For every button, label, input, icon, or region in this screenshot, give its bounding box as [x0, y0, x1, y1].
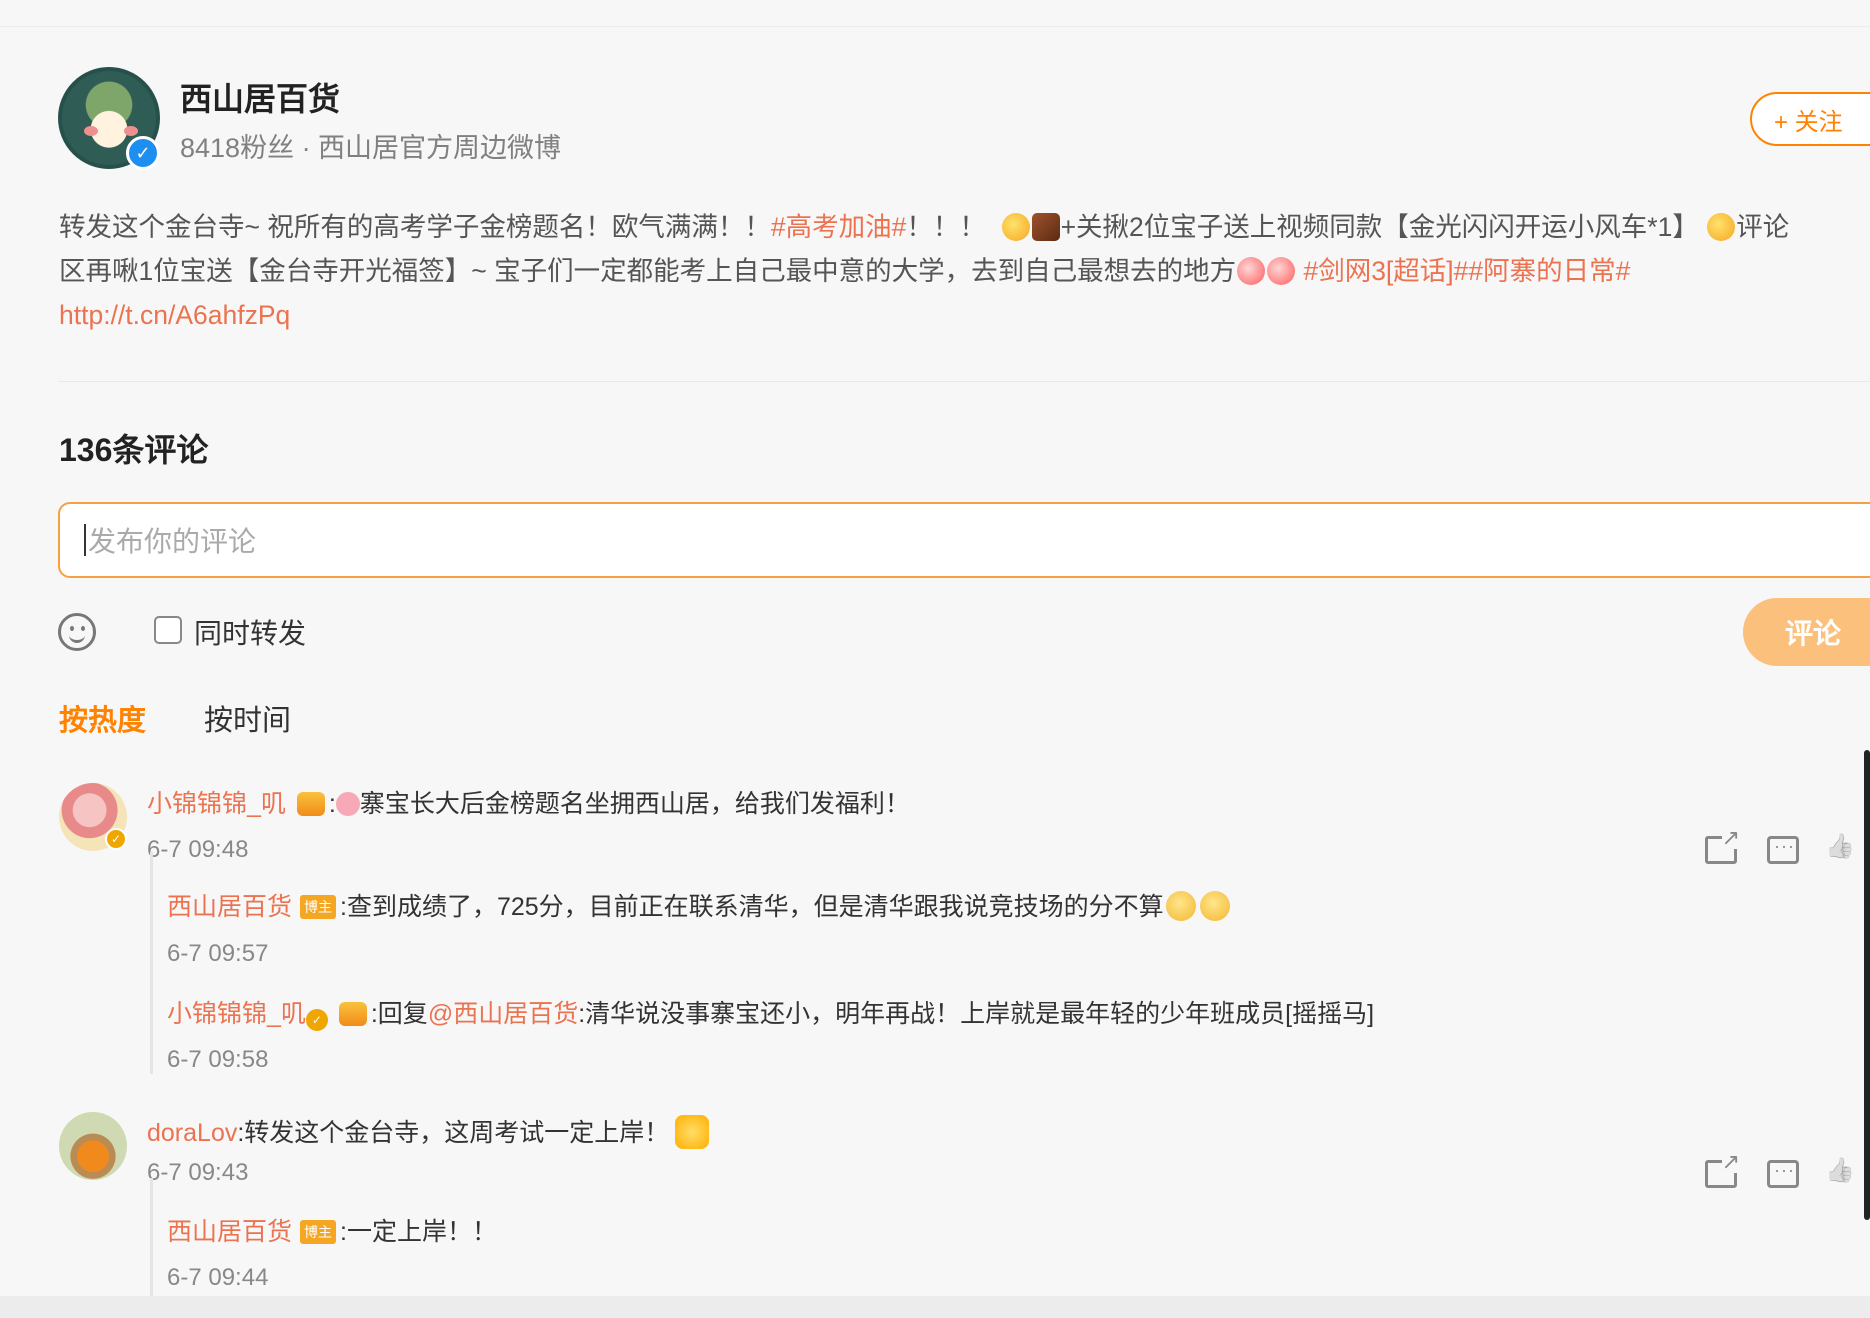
bottom-strip	[0, 1296, 1870, 1318]
like-icon[interactable]	[1825, 832, 1853, 860]
scrollbar[interactable]	[1864, 750, 1870, 1220]
poster-meta: 8418粉丝 · 西山居官方周边微博	[180, 133, 562, 163]
submit-comment-button[interactable]: 评论	[1743, 598, 1870, 666]
reply-user[interactable]: 小锦锦锦_叽	[167, 1000, 306, 1028]
repost-label[interactable]: 同时转发	[194, 612, 306, 652]
emoji-icon	[1001, 213, 1030, 241]
sort-by-hot-tab[interactable]: 按热度	[59, 697, 146, 739]
reply-time: 6-7 09:58	[167, 1046, 269, 1073]
crown-icon	[296, 792, 325, 816]
emoji-icon	[1237, 257, 1266, 285]
reply-text: 西山居百货 博主:一定上岸！！	[167, 1218, 497, 1246]
reply-text: 西山居百货 博主:查到成绩了，725分，目前正在联系清华，但是清华跟我说竞技场的分…	[167, 887, 1232, 923]
comment-count: 136条评论	[59, 432, 209, 468]
comment-user[interactable]: doraLov	[147, 1119, 237, 1147]
share-icon[interactable]	[1705, 1151, 1740, 1188]
avatar[interactable]	[59, 1112, 127, 1180]
comment-user[interactable]: 小锦锦锦_叽	[147, 790, 286, 818]
verified-icon: ✓	[305, 1009, 328, 1031]
pig-icon	[335, 792, 360, 816]
emoji-icon	[1267, 257, 1296, 285]
share-icon[interactable]	[1705, 827, 1740, 864]
emoji-icon	[1707, 213, 1736, 241]
reply-time: 6-7 09:57	[167, 940, 269, 967]
host-badge: 博主	[300, 895, 337, 919]
emoji-icon	[675, 1115, 710, 1149]
reply-text: 小锦锦锦_叽 ✓ :回复@西山居百货:清华说没事寨宝还小，明年再战！上岸就是最年轻…	[167, 994, 1374, 1031]
emoji-icon	[1031, 213, 1060, 241]
follow-button[interactable]: + 关注	[1750, 92, 1870, 146]
smile-icon[interactable]	[58, 613, 96, 651]
reply-user[interactable]: 西山居百货	[167, 1218, 292, 1246]
comment-text: 小锦锦锦_叽 : 寨宝长大后金榜题名坐拥西山居，给我们发福利！	[147, 790, 910, 818]
sort-by-time-tab[interactable]: 按时间	[204, 697, 291, 739]
comment-icon[interactable]	[1767, 836, 1799, 864]
comment-icon[interactable]	[1767, 1160, 1799, 1188]
reply-thread-bar	[150, 852, 153, 1074]
comment-time: 6-7 09:48	[147, 836, 249, 863]
crown-icon	[338, 1002, 367, 1026]
verified-icon: ✓	[126, 136, 160, 170]
like-icon[interactable]	[1825, 1156, 1853, 1184]
hashtag-link[interactable]: #高考加油#	[771, 212, 906, 242]
comment-text: doraLov:转发这个金台寺，这周考试一定上岸！	[147, 1113, 710, 1149]
reply-thread-bar	[150, 1178, 153, 1296]
reply-user[interactable]: 西山居百货	[167, 893, 292, 921]
repost-checkbox[interactable]	[154, 616, 182, 644]
host-badge: 博主	[300, 1220, 337, 1244]
poster-name[interactable]: 西山居百货	[180, 74, 340, 120]
verified-icon: ✓	[105, 828, 127, 850]
post-text: 转发这个金台寺~ 祝所有的高考学子金榜题名！欧气满满！！#高考加油#！！！ +关…	[59, 212, 1790, 330]
post-link[interactable]: http://t.cn/A6ahfzPq	[59, 300, 290, 330]
comment-time: 6-7 09:43	[147, 1159, 249, 1186]
section-divider	[58, 381, 1870, 382]
mention-link[interactable]: @西山居百货	[428, 1000, 578, 1028]
emoji-icon	[1165, 891, 1196, 921]
emoji-icon	[1199, 891, 1230, 921]
reply-time: 6-7 09:44	[167, 1264, 269, 1291]
hashtag-link[interactable]: #剑网3[超话]##阿寨的日常#	[1303, 256, 1630, 286]
top-divider	[0, 26, 1870, 27]
comment-input[interactable]: 发布你的评论	[58, 502, 1870, 578]
